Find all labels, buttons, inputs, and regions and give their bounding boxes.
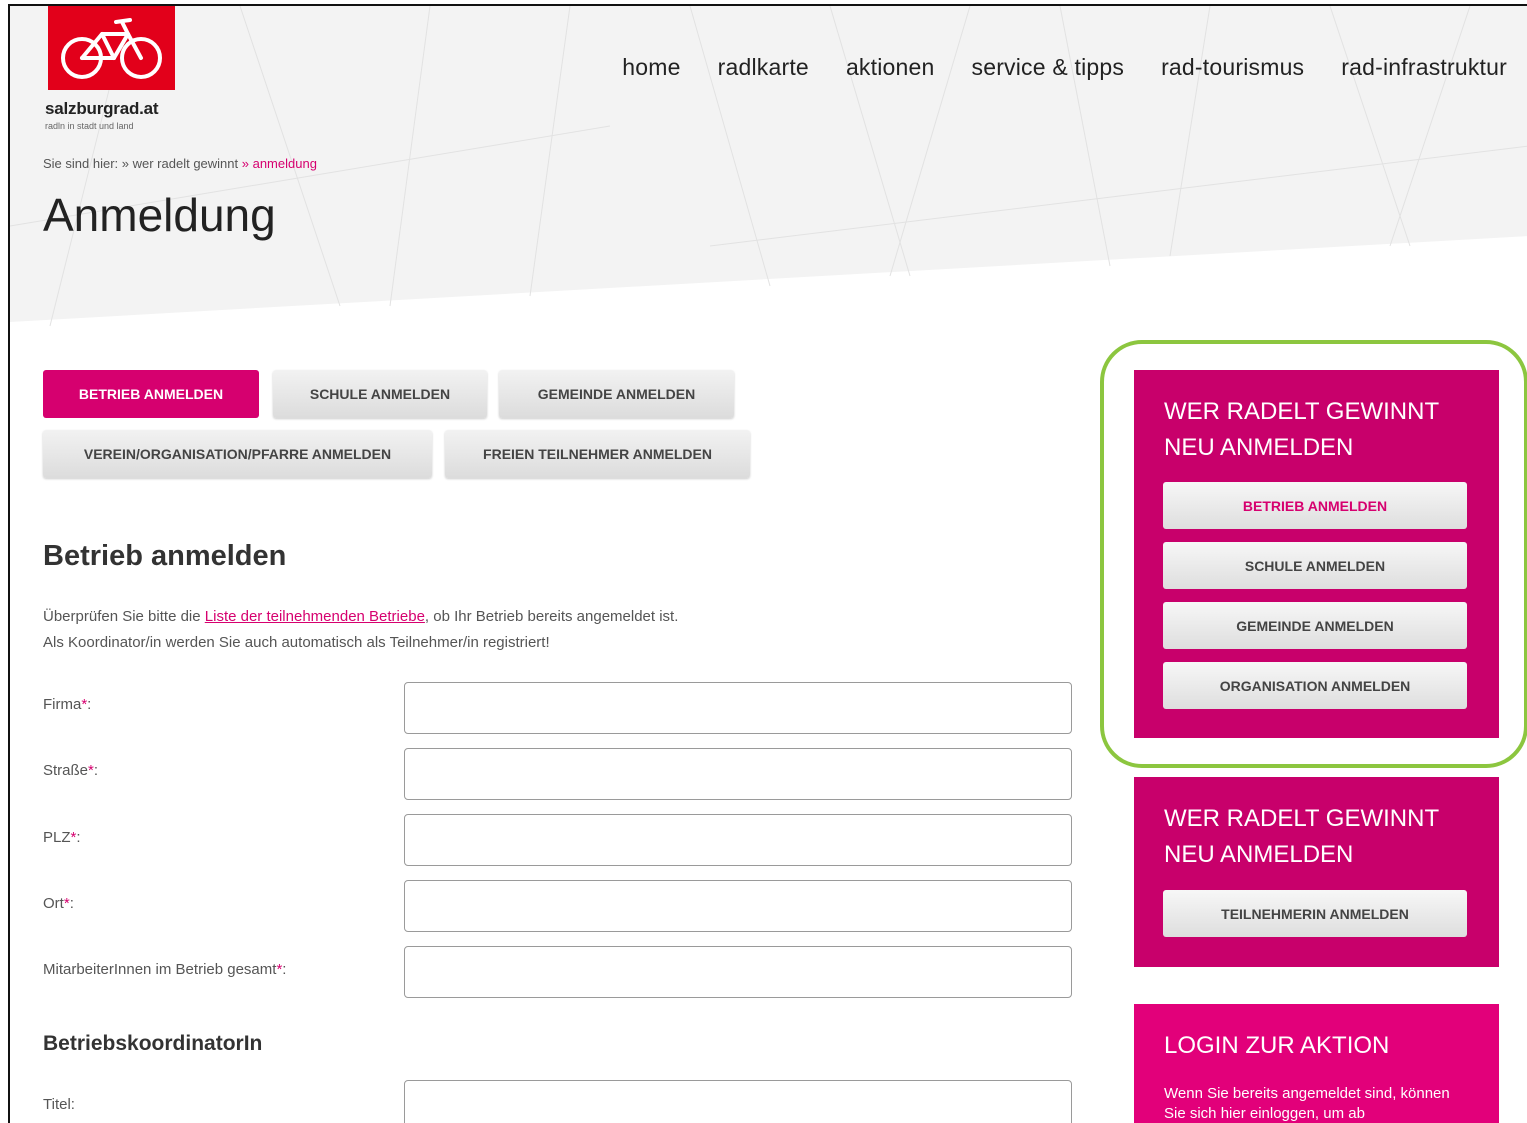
nav-home[interactable]: home (622, 54, 680, 81)
strasse-field[interactable] (404, 748, 1072, 800)
page-frame: salzburgrad.at radln in stadt und land h… (8, 4, 1527, 1123)
sidebar-box-participant: WER RADELT GEWINNT NEU ANMELDEN TEILNEHME… (1134, 777, 1499, 967)
sidebar-organisation-anmelden-button[interactable]: ORGANISATION ANMELDEN (1163, 662, 1467, 709)
brand-name: salzburgrad.at (45, 99, 159, 118)
section-title: Betrieb anmelden (43, 540, 287, 572)
firma-field[interactable] (404, 682, 1072, 734)
brand-tagline: radln in stadt und land (45, 121, 134, 131)
nav-aktionen[interactable]: aktionen (846, 54, 935, 81)
participants-list-link[interactable]: Liste der teilnehmenden Betriebe (205, 608, 425, 625)
intro-text-after: , ob Ihr Betrieb bereits angemeldet ist. (424, 608, 679, 625)
intro-text: Überprüfen Sie bitte die (43, 608, 205, 625)
breadcrumb: Sie sind hier: » wer radelt gewinnt » an… (43, 156, 317, 171)
mitarbeiter-label: MitarbeiterInnen im Betrieb gesamt*: (43, 961, 287, 978)
firma-label: Firma*: (43, 696, 92, 713)
section-intro: Überprüfen Sie bitte die Liste der teiln… (43, 604, 678, 656)
plz-label: PLZ*: (43, 829, 81, 846)
breadcrumb-item-wer-radelt-gewinnt[interactable]: » wer radelt gewinnt (122, 156, 238, 171)
nav-radlkarte[interactable]: radlkarte (718, 54, 809, 81)
sidebar-box-title: WER RADELT GEWINNT NEU ANMELDEN (1164, 398, 1440, 461)
login-title: LOGIN ZUR AKTION (1164, 1032, 1390, 1059)
ort-field[interactable] (404, 880, 1072, 932)
bicycle-icon (61, 18, 162, 79)
tab-verein-organisation-pfarre-anmelden[interactable]: VEREIN/ORGANISATION/PFARRE ANMELDEN (43, 430, 432, 478)
breadcrumb-item-anmeldung: » anmeldung (241, 156, 317, 171)
sidebar-box-register: WER RADELT GEWINNT NEU ANMELDEN BETRIEB A… (1134, 370, 1499, 738)
sidebar-login-box: LOGIN ZUR AKTION Wenn Sie bereits angeme… (1134, 1004, 1499, 1123)
logo[interactable] (48, 6, 175, 90)
sidebar-teilnehmerin-anmelden-button[interactable]: TEILNEHMERIN ANMELDEN (1163, 890, 1467, 937)
coordinator-title: BetriebskoordinatorIn (43, 1032, 263, 1055)
page-title: Anmeldung (43, 189, 276, 241)
mitarbeiter-field[interactable] (404, 946, 1072, 998)
breadcrumb-prefix: Sie sind hier: (43, 156, 119, 171)
sidebar-schule-anmelden-button[interactable]: SCHULE ANMELDEN (1163, 542, 1467, 589)
nav-service-tipps[interactable]: service & tipps (972, 54, 1125, 81)
login-text: Wenn Sie bereits angemeldet sind, können… (1164, 1085, 1450, 1122)
plz-field[interactable] (404, 814, 1072, 866)
ort-label: Ort*: (43, 895, 74, 912)
tab-betrieb-anmelden[interactable]: BETRIEB ANMELDEN (43, 370, 259, 418)
sidebar-box2-title: WER RADELT GEWINNT NEU ANMELDEN (1164, 805, 1440, 868)
sidebar-gemeinde-anmelden-button[interactable]: GEMEINDE ANMELDEN (1163, 602, 1467, 649)
tab-freien-teilnehmer-anmelden[interactable]: FREIEN TEILNEHMER ANMELDEN (445, 430, 750, 478)
intro-line2: Als Koordinator/in werden Sie auch autom… (43, 634, 550, 651)
strasse-label: Straße*: (43, 762, 99, 779)
nav-rad-infrastruktur[interactable]: rad-infrastruktur (1341, 54, 1507, 81)
main-nav: home radlkarte aktionen service & tipps … (585, 54, 1507, 81)
sidebar-betrieb-anmelden-button[interactable]: BETRIEB ANMELDEN (1163, 482, 1467, 529)
tab-schule-anmelden[interactable]: SCHULE ANMELDEN (273, 370, 487, 418)
titel-field[interactable] (404, 1080, 1072, 1123)
nav-rad-tourismus[interactable]: rad-tourismus (1161, 54, 1304, 81)
tab-gemeinde-anmelden[interactable]: GEMEINDE ANMELDEN (499, 370, 734, 418)
titel-label: Titel: (43, 1096, 75, 1113)
